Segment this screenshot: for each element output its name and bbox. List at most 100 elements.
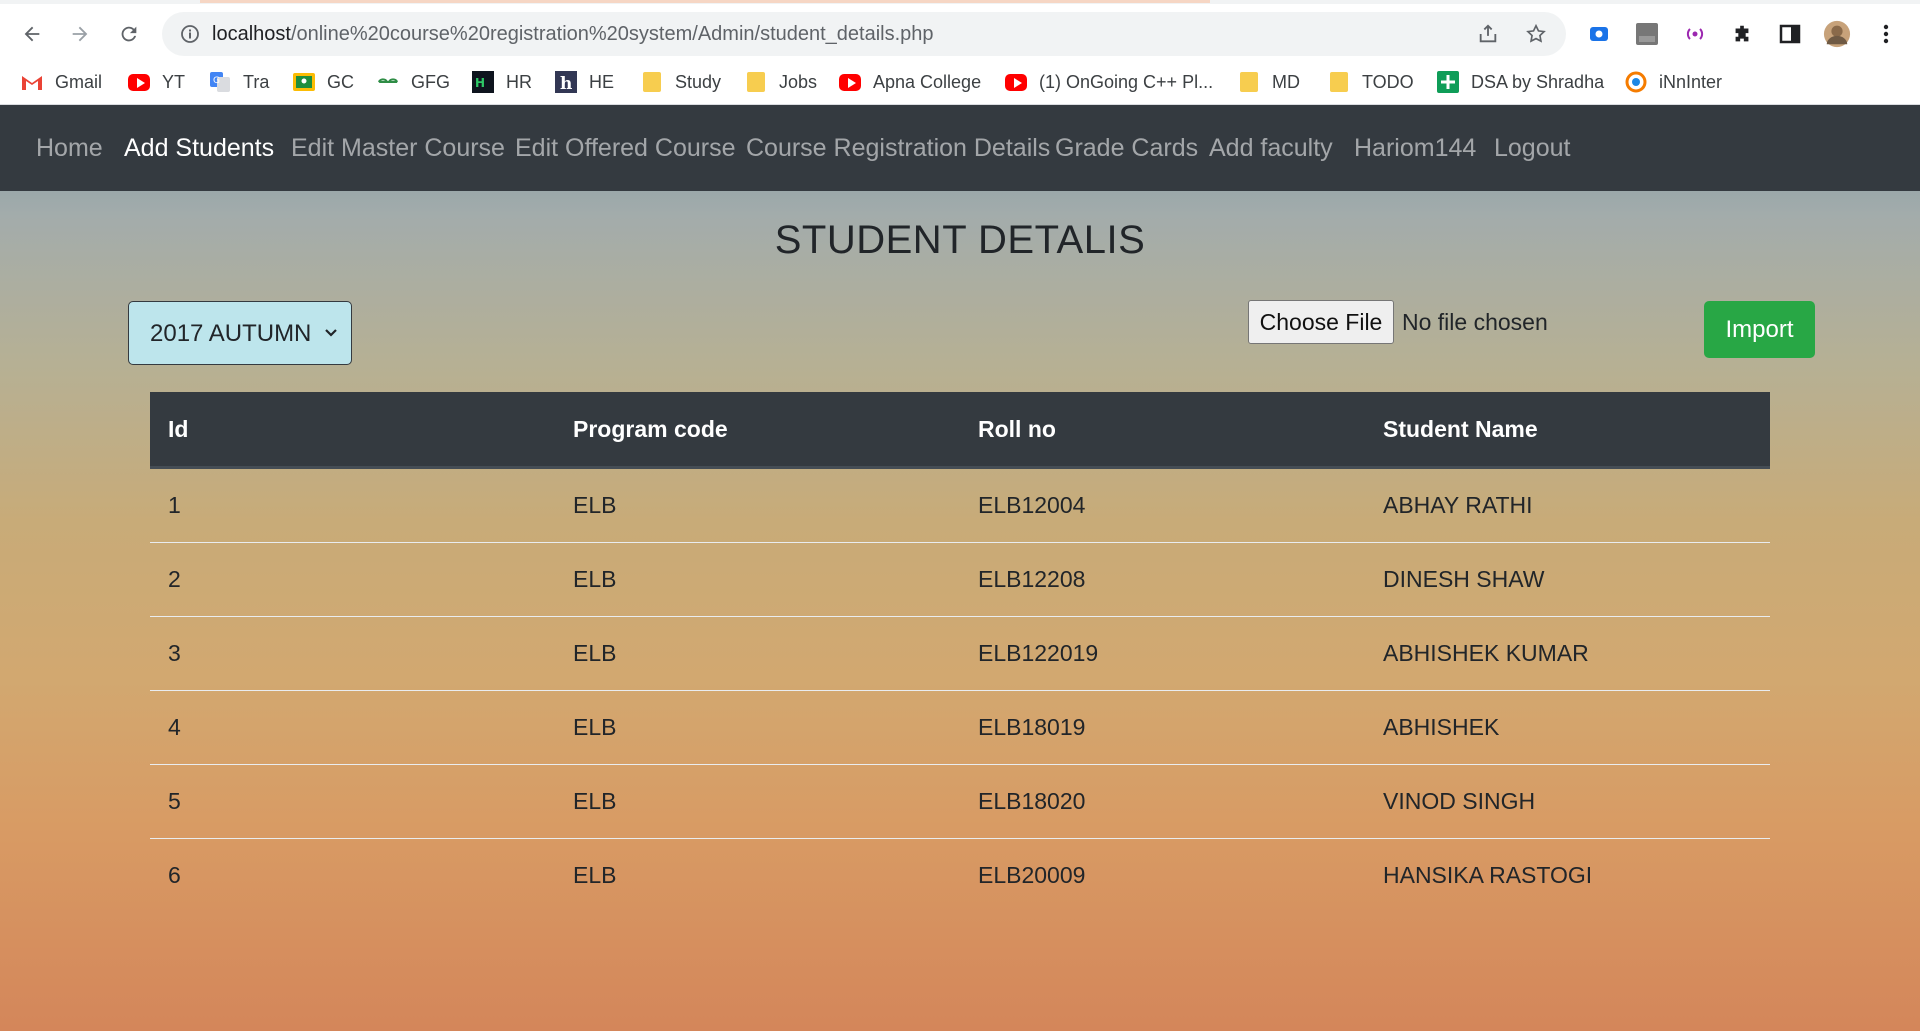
session-select-value: 2017 AUTUMN — [150, 320, 312, 347]
bookmark-yt[interactable]: YT — [128, 60, 185, 104]
nav-home[interactable]: Home — [36, 105, 103, 191]
bookmark-apna-college[interactable]: Apna College — [839, 60, 981, 104]
bookmark-label: HR — [506, 71, 532, 92]
bookmark-label: (1) OnGoing C++ Pl... — [1039, 71, 1214, 92]
gfg-icon — [377, 71, 399, 93]
bookmark-hr[interactable]: H HR — [472, 60, 532, 104]
nav-grade-cards[interactable]: Grade Cards — [1055, 105, 1198, 191]
nav-edit-offered-course[interactable]: Edit Offered Course — [515, 105, 735, 191]
profile-avatar-icon[interactable] — [1823, 20, 1851, 48]
folder-icon — [1328, 71, 1350, 93]
import-button[interactable]: Import — [1704, 301, 1815, 358]
gmail-icon — [21, 71, 43, 93]
folder-icon — [745, 71, 767, 93]
nav-logout[interactable]: Logout — [1494, 105, 1570, 191]
url-host: localhost — [212, 23, 291, 45]
cell-roll-no: ELB122019 — [978, 640, 1099, 666]
nav-course-registration-details[interactable]: Course Registration Details — [746, 105, 1050, 191]
bookmark-he[interactable]: h HE — [555, 60, 614, 104]
svg-text:G: G — [213, 76, 220, 86]
bookmark-label: Gmail — [55, 71, 103, 92]
cell-program-code: ELB — [573, 714, 617, 740]
bookmark-dsa-by-shradha[interactable]: DSA by Shradha — [1437, 60, 1604, 104]
reload-icon[interactable] — [113, 18, 145, 50]
table-row: 6 ELB ELB20009 HANSIKA RASTOGI — [150, 839, 1770, 912]
bookmarks-bar: Gmail YT G Tra GC GFG H HR h HE Study Jo… — [0, 60, 1920, 105]
extension-screen-recorder-icon[interactable] — [1585, 20, 1613, 48]
url-text[interactable]: localhost/online%20course%20registration… — [212, 12, 934, 56]
nav-user-hariom144[interactable]: Hariom144 — [1354, 105, 1476, 191]
browser-menu-icon[interactable] — [1872, 20, 1900, 48]
bookmark-innnter[interactable]: iNnInter — [1625, 60, 1722, 104]
file-status-text: No file chosen — [1402, 309, 1548, 335]
column-header-student-name: Student Name — [1383, 416, 1538, 442]
extension-tineye-icon[interactable] — [1633, 20, 1661, 48]
bookmark-label: DSA by Shradha — [1471, 71, 1605, 92]
table-header-row: Id Program code Roll no Student Name — [150, 392, 1770, 469]
bookmark-todo[interactable]: TODO — [1328, 60, 1414, 104]
classroom-icon — [293, 71, 315, 93]
nav-add-students[interactable]: Add Students — [124, 105, 274, 191]
bookmark-study[interactable]: Study — [641, 60, 721, 104]
cell-student-name: VINOD SINGH — [1383, 788, 1536, 814]
bookmark-label: iNnInter — [1659, 71, 1723, 92]
site-info-icon[interactable] — [178, 22, 202, 46]
bookmark-gfg[interactable]: GFG — [377, 60, 450, 104]
column-header-program-code: Program code — [573, 416, 728, 442]
cell-student-name: ABHAY RATHI — [1383, 492, 1533, 518]
cell-id: 4 — [168, 714, 181, 740]
cell-student-name: ABHISHEK — [1383, 714, 1500, 740]
cell-roll-no: ELB18019 — [978, 714, 1086, 740]
bookmark-tra[interactable]: G Tra — [209, 60, 269, 104]
sheets-icon — [1437, 71, 1459, 93]
cell-program-code: ELB — [573, 862, 617, 888]
top-navbar: Home Add Students Edit Master Course Edi… — [0, 105, 1920, 191]
chevron-down-icon — [321, 322, 341, 342]
side-panel-icon[interactable] — [1776, 20, 1804, 48]
cell-id: 3 — [168, 640, 181, 666]
forward-icon[interactable] — [64, 18, 96, 50]
youtube-icon — [128, 71, 150, 93]
bookmark-label: HE — [589, 71, 615, 92]
bookmark-ongoing-cpp[interactable]: (1) OnGoing C++ Pl... — [1005, 60, 1213, 104]
nav-edit-master-course[interactable]: Edit Master Course — [291, 105, 505, 191]
svg-text:H: H — [475, 76, 485, 90]
cell-roll-no: ELB20009 — [978, 862, 1086, 888]
bookmark-label: Study — [675, 71, 722, 92]
choose-file-button[interactable]: Choose File — [1248, 300, 1394, 344]
cell-program-code: ELB — [573, 492, 617, 518]
cell-program-code: ELB — [573, 640, 617, 666]
table-row: 4 ELB ELB18019 ABHISHEK — [150, 691, 1770, 765]
table-row: 1 ELB ELB12004 ABHAY RATHI — [150, 469, 1770, 543]
session-select[interactable]: 2017 AUTUMN — [128, 301, 352, 365]
bookmark-label: TODO — [1362, 71, 1414, 92]
extensions-puzzle-icon[interactable] — [1728, 20, 1756, 48]
bookmark-label: MD — [1272, 71, 1300, 92]
hackerrank-icon: H — [472, 71, 494, 93]
cell-id: 1 — [168, 492, 181, 518]
cell-id: 2 — [168, 566, 181, 592]
bookmark-star-icon[interactable] — [1524, 22, 1548, 46]
url-path: /online%20course%20registration%20system… — [290, 23, 934, 45]
page-title: STUDENT DETALIS — [774, 218, 1146, 262]
column-header-id: Id — [168, 416, 189, 442]
extension-broadcast-icon[interactable] — [1681, 20, 1709, 48]
bookmark-gmail[interactable]: Gmail — [21, 60, 102, 104]
address-bar[interactable]: localhost/online%20course%20registration… — [162, 12, 1566, 56]
hackerearth-icon: h — [555, 71, 577, 93]
bookmark-jobs[interactable]: Jobs — [745, 60, 817, 104]
cell-id: 6 — [168, 862, 181, 888]
bookmark-label: Tra — [243, 71, 270, 92]
innnter-icon — [1625, 71, 1647, 93]
back-icon[interactable] — [16, 18, 48, 50]
bookmark-md[interactable]: MD — [1238, 60, 1300, 104]
cell-student-name: DINESH SHAW — [1383, 566, 1545, 592]
bookmark-label: YT — [162, 71, 186, 92]
bookmark-gc[interactable]: GC — [293, 60, 354, 104]
youtube-icon — [839, 71, 861, 93]
cell-roll-no: ELB18020 — [978, 788, 1086, 814]
nav-add-faculty[interactable]: Add faculty — [1209, 105, 1333, 191]
share-icon[interactable] — [1476, 22, 1500, 46]
bookmark-label: Jobs — [779, 71, 818, 92]
svg-text:h: h — [560, 74, 572, 93]
